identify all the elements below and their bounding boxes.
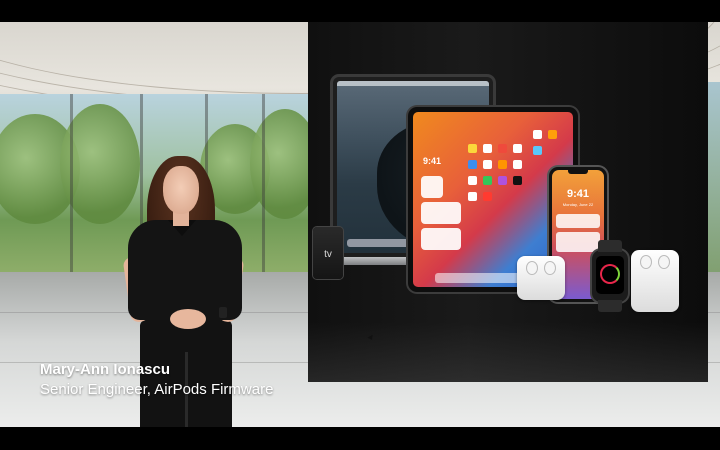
app-icon (468, 176, 477, 185)
airpod-bud (659, 256, 669, 268)
app-icon (498, 160, 507, 169)
watch-screen (596, 256, 624, 294)
app-icon (533, 130, 542, 139)
airpod-bud (545, 262, 555, 274)
app-icon (513, 176, 522, 185)
ipad-widget (421, 228, 461, 250)
app-icon (468, 160, 477, 169)
apple-tv: tv (313, 227, 343, 279)
video-content: tv 9:41 9:41 Monday, June 22 Mary-Ann Io… (0, 22, 720, 427)
iphone-date: Monday, June 22 (562, 202, 594, 207)
watch-band (598, 240, 622, 252)
menu-bar (337, 81, 489, 86)
presenter-shirt (128, 220, 242, 320)
iphone-now-playing (556, 232, 600, 252)
app-icon (483, 192, 492, 201)
window-mullion (70, 94, 73, 274)
airpods-pro-case (517, 256, 565, 300)
app-icon (513, 160, 522, 169)
app-icon (548, 130, 557, 139)
app-icon (513, 144, 522, 153)
ipad-widget (421, 176, 443, 198)
app-icon (468, 144, 477, 153)
window-mullion (262, 94, 265, 274)
iphone-notification (556, 214, 600, 228)
apple-watch (592, 240, 628, 312)
app-icon (468, 192, 477, 201)
app-icon (483, 160, 492, 169)
iphone-notch (568, 170, 588, 174)
presenter-hands (170, 309, 206, 329)
watch-band (598, 300, 622, 312)
apple-tv-logo: tv (324, 249, 332, 260)
airpods-case (631, 250, 679, 312)
app-icon (483, 176, 492, 185)
lower-third-caption: Mary-Ann Ionascu Senior Engineer, AirPod… (40, 360, 273, 401)
app-icon (533, 146, 542, 155)
presenter-face (163, 166, 199, 214)
wall-reflection (308, 322, 708, 382)
app-icon (498, 144, 507, 153)
airpod-bud (641, 256, 651, 268)
presenter-title: Senior Engineer, AirPods Firmware (40, 381, 274, 398)
wrist-watch-icon (219, 307, 227, 318)
presenter-name: Mary-Ann Ionascu (40, 361, 171, 378)
activity-ring-icon (600, 264, 620, 284)
airpod-bud (527, 262, 537, 274)
app-icon (483, 144, 492, 153)
ipad-clock: 9:41 (423, 156, 442, 166)
iphone-clock: 9:41 (566, 188, 590, 200)
video-frame: tv 9:41 9:41 Monday, June 22 Mary-Ann Io… (0, 0, 720, 450)
app-icon (498, 176, 507, 185)
ipad-widget (421, 202, 461, 224)
